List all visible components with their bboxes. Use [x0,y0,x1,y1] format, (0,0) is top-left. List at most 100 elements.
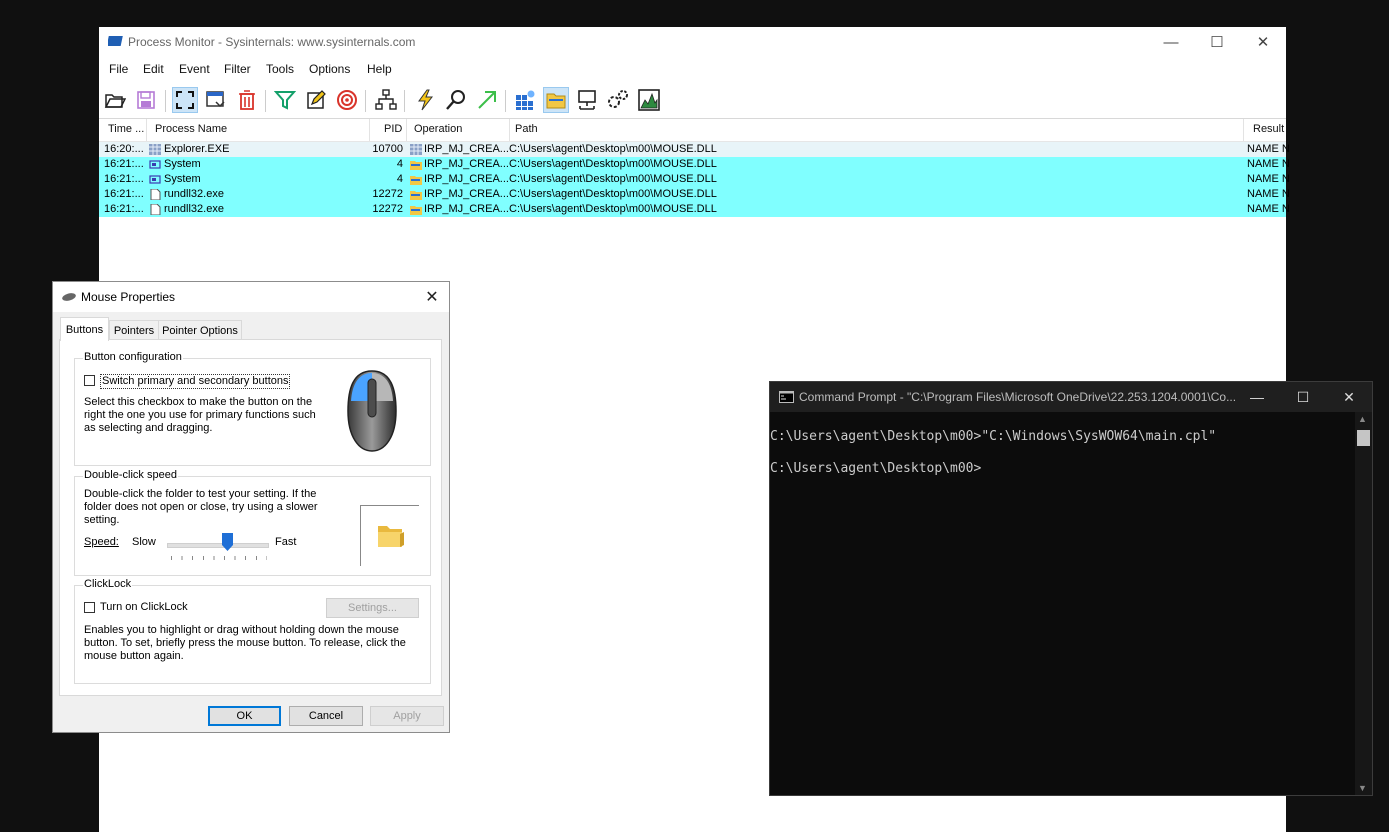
scroll-up-icon[interactable]: ▲ [1358,414,1367,424]
menu-event[interactable]: Event [179,62,210,76]
col-operation[interactable]: Operation [414,123,462,135]
col-process-name[interactable]: Process Name [155,123,227,135]
network-activity-icon[interactable] [574,87,600,113]
command-prompt-window: Command Prompt - "C:\Program Files\Micro… [769,381,1373,796]
find-icon[interactable] [443,87,469,113]
group-title: ClickLock [83,578,133,590]
tab-buttons[interactable]: Buttons [60,317,109,341]
cell-time: 16:21:... [104,158,144,170]
clicklock-label[interactable]: Turn on ClickLock [100,601,188,614]
col-time[interactable]: Time ... [108,123,144,135]
cell-time: 16:21:... [104,188,144,200]
maximize-button[interactable]: ☐ [1280,382,1326,412]
close-icon[interactable]: ✕ [421,286,443,308]
cell-pid: 12272 [372,203,403,215]
double-click-group: Double-click speed Double-click the fold… [74,469,431,576]
open-icon[interactable] [102,87,128,113]
clicklock-checkbox[interactable] [84,602,95,613]
clicklock-group: ClickLock Turn on ClickLock Settings... … [74,578,431,684]
filesystem-op-icon [410,191,422,200]
cell-path: C:\Users\agent\Desktop\m00\MOUSE.DLL [509,158,717,170]
jump-to-icon[interactable] [474,87,500,113]
column-divider[interactable] [146,119,147,141]
save-icon[interactable] [133,87,159,113]
cell-path: C:\Users\agent\Desktop\m00\MOUSE.DLL [509,173,717,185]
table-row[interactable]: 16:21:... System 4 IRP_MJ_CREA... C:\Use… [99,172,1290,187]
filesystem-activity-icon[interactable] [543,87,569,113]
console-line: C:\Users\agent\Desktop\m00>"C:\Windows\S… [770,429,1217,444]
menu-options[interactable]: Options [309,62,350,76]
toolbar-separator [265,90,266,112]
cell-path: C:\Users\agent\Desktop\m00\MOUSE.DLL [509,188,717,200]
menu-filter[interactable]: Filter [224,62,251,76]
event-properties-icon[interactable] [412,87,438,113]
filter-icon[interactable] [272,87,298,113]
maximize-button[interactable]: ☐ [1194,27,1240,57]
registry-op-icon [410,144,422,155]
target-icon[interactable] [334,87,360,113]
cell-process: Explorer.EXE [164,143,230,155]
autoscroll-icon[interactable] [203,87,229,113]
profiling-activity-icon[interactable] [636,87,662,113]
column-divider[interactable] [509,119,510,141]
minimize-button[interactable]: — [1234,382,1280,412]
table-row[interactable]: 16:21:... System 4 IRP_MJ_CREA... C:\Use… [99,157,1290,172]
procmon-app-icon [108,36,123,46]
speed-slider-thumb[interactable] [221,533,233,551]
close-button[interactable]: ✕ [1326,382,1372,412]
cmd-scrollbar[interactable]: ▲ ▼ [1355,412,1372,795]
test-folder-area[interactable] [360,505,419,566]
menu-tools[interactable]: Tools [266,62,294,76]
registry-activity-icon[interactable] [512,87,538,113]
double-click-desc: Double-click the folder to test your set… [84,488,318,526]
cell-process: rundll32.exe [164,188,224,200]
cancel-button[interactable]: Cancel [289,706,363,726]
capture-icon[interactable] [172,87,198,113]
rundll32-process-icon [150,204,161,215]
col-pid[interactable]: PID [384,123,402,135]
tab-pointers[interactable]: Pointers [109,320,159,340]
table-row[interactable]: 16:21:... rundll32.exe 12272 IRP_MJ_CREA… [99,187,1290,202]
process-tree-icon[interactable] [373,87,399,113]
highlight-icon[interactable] [303,87,329,113]
console-prompt-line[interactable]: C:\Users\agent\Desktop\m00> [770,461,981,476]
column-divider[interactable] [406,119,407,141]
menu-file[interactable]: File [109,62,128,76]
table-row[interactable]: 16:21:... rundll32.exe 12272 IRP_MJ_CREA… [99,202,1290,217]
minimize-button[interactable]: — [1148,27,1194,57]
clear-icon[interactable] [234,87,260,113]
switch-buttons-label[interactable]: Switch primary and secondary buttons [100,374,291,389]
column-divider[interactable] [369,119,370,141]
speed-slider-track[interactable] [167,543,269,548]
cell-time: 16:21:... [104,173,144,185]
ok-button[interactable]: OK [208,706,281,726]
menu-edit[interactable]: Edit [143,62,164,76]
scroll-down-icon[interactable]: ▼ [1358,783,1367,793]
process-activity-icon[interactable] [605,87,631,113]
tab-pointer-options[interactable]: Pointer Options [158,320,242,340]
toolbar-separator [404,90,405,112]
cell-path: C:\Users\agent\Desktop\m00\MOUSE.DLL [509,203,717,215]
cell-operation: IRP_MJ_CREA... [424,173,509,185]
settings-button[interactable]: Settings... [326,598,419,618]
col-result[interactable]: Result [1253,123,1284,135]
col-path[interactable]: Path [515,123,538,135]
switch-buttons-checkbox[interactable] [84,375,95,386]
rundll32-process-icon [150,189,161,200]
mouse-dialog-titlebar: Mouse Properties ✕ [53,282,449,312]
cell-process: System [164,158,201,170]
buttons-tab-panel: Button configuration Switch primary and … [59,339,442,696]
close-button[interactable]: ✕ [1240,27,1286,57]
button-config-desc: Select this checkbox to make the button … [84,396,316,434]
cell-result: NAME N [1247,158,1290,170]
table-row[interactable]: 16:20:... Explorer.EXE 10700 IRP_MJ_CREA… [99,142,1290,157]
cell-operation: IRP_MJ_CREA... [424,143,509,155]
menu-help[interactable]: Help [367,62,392,76]
column-divider[interactable] [1243,119,1244,141]
procmon-menubar: File Edit Event Filter Tools Options Hel… [99,59,1286,81]
cell-time: 16:21:... [104,203,144,215]
toolbar-separator [165,90,166,112]
apply-button[interactable]: Apply [370,706,444,726]
button-config-group: Button configuration Switch primary and … [74,351,431,466]
scrollbar-thumb[interactable] [1357,430,1370,446]
